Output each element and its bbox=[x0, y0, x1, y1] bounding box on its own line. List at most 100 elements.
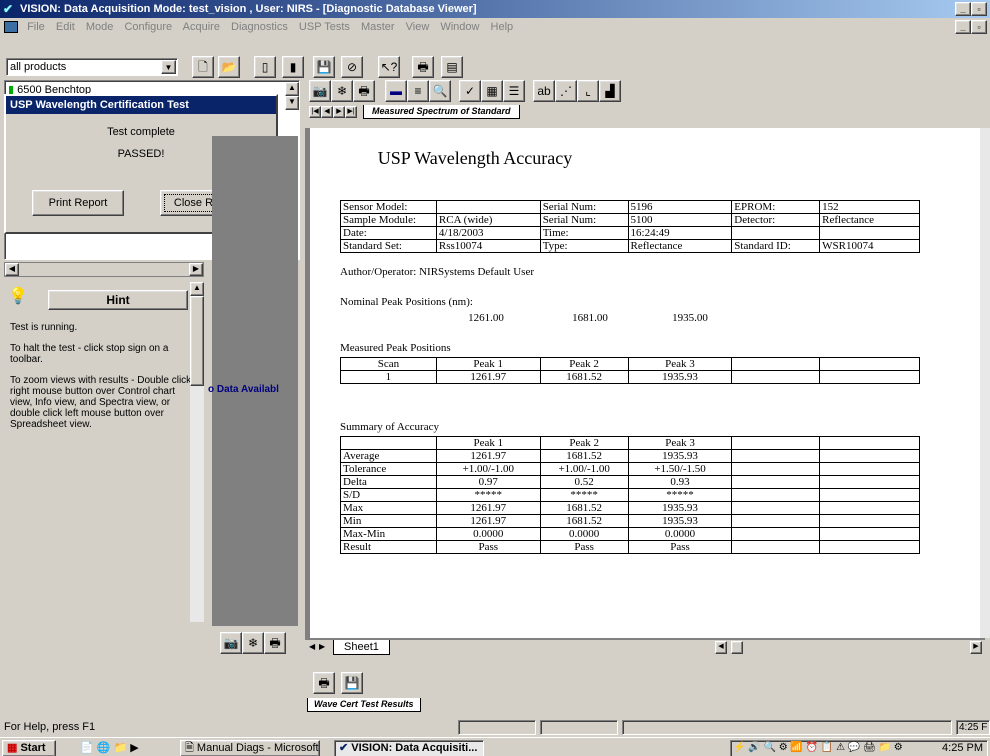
tab-sheet1[interactable]: Sheet1 bbox=[333, 640, 390, 655]
table-cell[interactable] bbox=[819, 462, 920, 476]
scroll-down-button[interactable]: ▼ bbox=[285, 96, 299, 110]
table-cell[interactable]: 1681.52 bbox=[539, 370, 629, 384]
print-icon[interactable]: 🖶 bbox=[412, 56, 434, 78]
table-cell[interactable]: 0.0000 bbox=[627, 527, 733, 541]
table-cell[interactable]: 1681.52 bbox=[539, 514, 629, 528]
table-cell[interactable] bbox=[731, 514, 821, 528]
table-cell[interactable]: Serial Num: bbox=[539, 213, 629, 227]
spreadsheet[interactable]: USP Wavelength Accuracy Sensor Model: Ser… bbox=[310, 128, 980, 638]
table-cell[interactable] bbox=[731, 501, 821, 515]
table-cell[interactable]: ***** bbox=[539, 488, 629, 502]
print-icon[interactable]: 🖶 bbox=[313, 672, 335, 694]
table-cell[interactable]: 1681.52 bbox=[539, 449, 629, 463]
table-cell[interactable]: 152 bbox=[819, 200, 920, 214]
table-cell[interactable] bbox=[731, 226, 821, 240]
table-cell[interactable]: 0.97 bbox=[435, 475, 541, 489]
table-cell[interactable]: Sample Module: bbox=[340, 213, 437, 227]
tab-wave-cert-results[interactable]: Wave Cert Test Results bbox=[307, 698, 421, 712]
task-manual-diags[interactable]: 🗎 Manual Diags - Microsoft ... bbox=[180, 740, 320, 756]
table-cell[interactable] bbox=[340, 436, 437, 450]
table-cell[interactable]: 1935.93 bbox=[627, 449, 733, 463]
scatter-icon[interactable]: ⋰ bbox=[555, 80, 577, 102]
new-icon[interactable]: 🗋 bbox=[192, 56, 214, 78]
table-cell[interactable] bbox=[819, 527, 920, 541]
print-icon[interactable]: 🖶 bbox=[353, 80, 375, 102]
table-cell[interactable] bbox=[731, 462, 821, 476]
table-cell[interactable] bbox=[819, 501, 920, 515]
table-cell[interactable] bbox=[819, 226, 920, 240]
first-tab-button[interactable]: |◀ bbox=[309, 106, 321, 118]
table-cell[interactable] bbox=[731, 475, 821, 489]
chart-icon[interactable]: ▟ bbox=[599, 80, 621, 102]
scroll-thumb[interactable] bbox=[731, 641, 743, 654]
table-cell[interactable] bbox=[819, 436, 920, 450]
print-icon[interactable]: 🖶 bbox=[264, 632, 286, 654]
table-cell[interactable]: 1261.97 bbox=[435, 514, 541, 528]
table-cell[interactable]: EPROM: bbox=[731, 200, 821, 214]
scroll-right-button[interactable]: ▶ bbox=[189, 263, 203, 276]
table-cell[interactable]: 1 bbox=[340, 370, 437, 384]
table-cell[interactable] bbox=[819, 449, 920, 463]
table-cell[interactable]: S/D bbox=[340, 488, 437, 502]
snowflake-icon[interactable]: ❄ bbox=[242, 632, 264, 654]
table-cell[interactable]: 0.93 bbox=[627, 475, 733, 489]
mdi-minimize-button[interactable]: _ bbox=[955, 20, 971, 34]
table-cell[interactable]: Reflectance bbox=[627, 239, 733, 253]
scroll-up-button[interactable]: ▲ bbox=[285, 82, 299, 96]
camera-icon[interactable]: 📷 bbox=[309, 80, 331, 102]
menu-help[interactable]: Help bbox=[491, 21, 514, 33]
table-cell[interactable]: Type: bbox=[539, 239, 629, 253]
table-cell[interactable] bbox=[731, 449, 821, 463]
table-cell[interactable] bbox=[819, 540, 920, 554]
scroll-thumb[interactable] bbox=[190, 296, 204, 386]
table-cell[interactable]: 0.0000 bbox=[539, 527, 629, 541]
table-cell[interactable]: 1935.93 bbox=[627, 370, 733, 384]
table-cell[interactable]: ***** bbox=[627, 488, 733, 502]
table-cell[interactable]: 16:24:49 bbox=[627, 226, 733, 240]
table-cell[interactable]: Max-Min bbox=[340, 527, 437, 541]
table-cell[interactable]: Peak 1 bbox=[435, 357, 541, 371]
prev-sheet-button[interactable]: ◀ bbox=[309, 642, 315, 651]
grid-icon[interactable]: ▦ bbox=[481, 80, 503, 102]
color-icon[interactable]: ▬ bbox=[385, 80, 407, 102]
table-cell[interactable]: Detector: bbox=[731, 213, 821, 227]
last-tab-button[interactable]: ▶| bbox=[345, 106, 357, 118]
line-style-icon[interactable]: ≡ bbox=[407, 80, 429, 102]
pick-icon[interactable]: ✓ bbox=[459, 80, 481, 102]
save-icon[interactable]: 💾 bbox=[341, 672, 363, 694]
table-cell[interactable] bbox=[435, 200, 541, 214]
table-cell[interactable]: Sensor Model: bbox=[340, 200, 437, 214]
table-cell[interactable]: +1.00/-1.00 bbox=[435, 462, 541, 476]
snowflake-icon[interactable]: ❄ bbox=[331, 80, 353, 102]
table-cell[interactable] bbox=[819, 514, 920, 528]
table-cell[interactable]: Peak 3 bbox=[627, 436, 733, 450]
table-cell[interactable]: Peak 1 bbox=[435, 436, 541, 450]
tree-hscrollbar[interactable]: ◀ ▶ bbox=[4, 262, 204, 277]
table-cell[interactable]: 1935.93 bbox=[627, 514, 733, 528]
table-cell[interactable]: 0.52 bbox=[539, 475, 629, 489]
axis-icon[interactable]: ⌞ bbox=[577, 80, 599, 102]
label-icon[interactable]: ab bbox=[533, 80, 555, 102]
prev-tab-button[interactable]: ◀ bbox=[321, 106, 333, 118]
table-cell[interactable]: Pass bbox=[539, 540, 629, 554]
camera-icon[interactable]: 📷 bbox=[220, 632, 242, 654]
table-cell[interactable]: +1.00/-1.00 bbox=[539, 462, 629, 476]
quick-launch-icons[interactable]: 📄 🌐 📁 ▶ bbox=[80, 741, 139, 754]
table-cell[interactable]: Standard ID: bbox=[731, 239, 821, 253]
table-cell[interactable]: Peak 2 bbox=[539, 357, 629, 371]
help-pointer-icon[interactable]: ↖? bbox=[378, 56, 400, 78]
sheet-vscrollbar[interactable] bbox=[980, 128, 990, 638]
table-cell[interactable]: +1.50/-1.50 bbox=[627, 462, 733, 476]
table-cell[interactable]: 1261.97 bbox=[435, 370, 541, 384]
table-icon[interactable]: ☰ bbox=[503, 80, 525, 102]
table-cell[interactable] bbox=[819, 475, 920, 489]
task-vision[interactable]: ✔ VISION: Data Acquisiti... bbox=[334, 740, 484, 756]
table-cell[interactable]: Reflectance bbox=[819, 213, 920, 227]
table-cell[interactable]: 4/18/2003 bbox=[435, 226, 541, 240]
table-cell[interactable]: Pass bbox=[627, 540, 733, 554]
table-cell[interactable] bbox=[731, 527, 821, 541]
table-cell[interactable] bbox=[731, 357, 821, 371]
table-cell[interactable]: Pass bbox=[435, 540, 541, 554]
next-sheet-button[interactable]: ▶ bbox=[319, 642, 325, 651]
table-cell[interactable]: 1261.97 bbox=[435, 501, 541, 515]
